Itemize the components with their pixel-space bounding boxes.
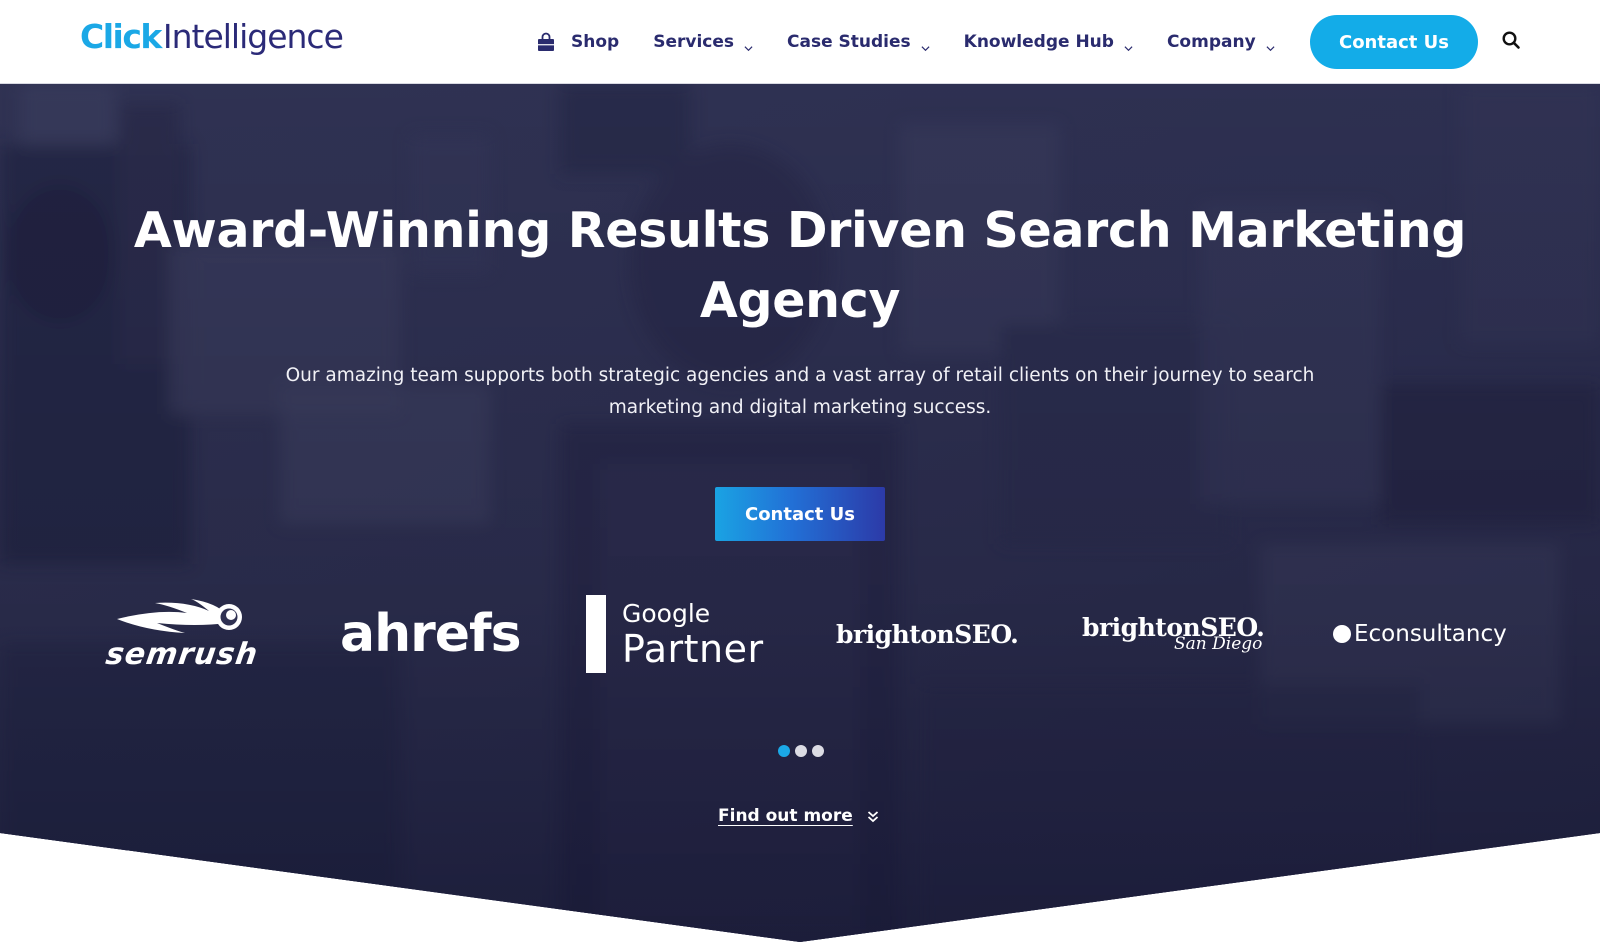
nav-label: Services <box>653 32 734 52</box>
nav-item-company[interactable]: Company <box>1167 22 1275 62</box>
site-logo[interactable]: Click Intelligence <box>80 17 344 61</box>
econsultancy-dot-icon <box>1333 625 1351 643</box>
hero-title: Award-Winning Results Driven Search Mark… <box>133 202 1467 329</box>
search-button[interactable] <box>1500 30 1522 55</box>
google-partner-line2: Partner <box>622 626 764 671</box>
brightonseo-san-diego-logo: brightonSEO. San Diego <box>1082 589 1267 679</box>
brightonseo-sd-location: San Diego <box>1174 634 1263 654</box>
brightonseo-logo: brightonSEO. <box>836 619 1019 649</box>
hero-subtitle: Our amazing team supports both strategic… <box>285 365 1315 418</box>
chevron-down-icon <box>744 38 753 51</box>
double-chevron-down-icon <box>867 809 879 823</box>
chevron-down-icon <box>1266 38 1275 51</box>
nav-item-shop[interactable]: Shop <box>536 22 619 62</box>
hero-section: Award-Winning Results Driven Search Mark… <box>0 84 1600 942</box>
find-out-more-link[interactable]: Find out more <box>718 806 879 826</box>
google-partner-logo: Google Partner <box>586 589 766 679</box>
google-partner-bar <box>586 595 606 673</box>
ahrefs-logo: ahrefs <box>340 604 522 664</box>
carousel-dot-1[interactable] <box>778 745 790 757</box>
site-header: Click Intelligence Shop Services Case St… <box>0 0 1600 84</box>
chevron-down-icon <box>1124 38 1133 51</box>
logo-intelligence-text: Intelligence <box>162 17 344 56</box>
shopping-bag-icon <box>536 32 556 52</box>
nav-item-knowledge-hub[interactable]: Knowledge Hub <box>964 22 1133 62</box>
carousel-dots <box>778 745 829 757</box>
nav-label: Knowledge Hub <box>963 32 1114 52</box>
carousel-dot-3[interactable] <box>812 745 824 757</box>
semrush-comet-icon <box>117 598 247 640</box>
semrush-wordmark: semrush <box>103 636 261 672</box>
semrush-logo: semrush <box>92 589 272 679</box>
main-nav: Shop Services Case Studies Knowledge Hub… <box>536 22 1309 62</box>
google-partner-line1: Google <box>622 598 711 628</box>
nav-label: Company <box>1166 32 1256 52</box>
econsultancy-logo: Econsultancy <box>1333 589 1513 679</box>
find-out-more-label: Find out more <box>718 806 853 826</box>
nav-label: Shop <box>571 32 620 52</box>
chevron-down-icon <box>921 38 930 51</box>
logo-click-text: Click <box>80 17 162 56</box>
nav-item-case-studies[interactable]: Case Studies <box>787 22 930 62</box>
nav-item-services[interactable]: Services <box>653 22 753 62</box>
carousel-dot-2[interactable] <box>795 745 807 757</box>
header-contact-button[interactable]: Contact Us <box>1310 15 1478 69</box>
hero-contact-button[interactable]: Contact Us <box>715 487 885 541</box>
search-icon <box>1501 30 1521 55</box>
partner-logos: semrush ahrefs Google Partner brightonSE… <box>0 589 1600 679</box>
econsultancy-wordmark: Econsultancy <box>1354 621 1507 647</box>
nav-label: Case Studies <box>787 32 911 52</box>
